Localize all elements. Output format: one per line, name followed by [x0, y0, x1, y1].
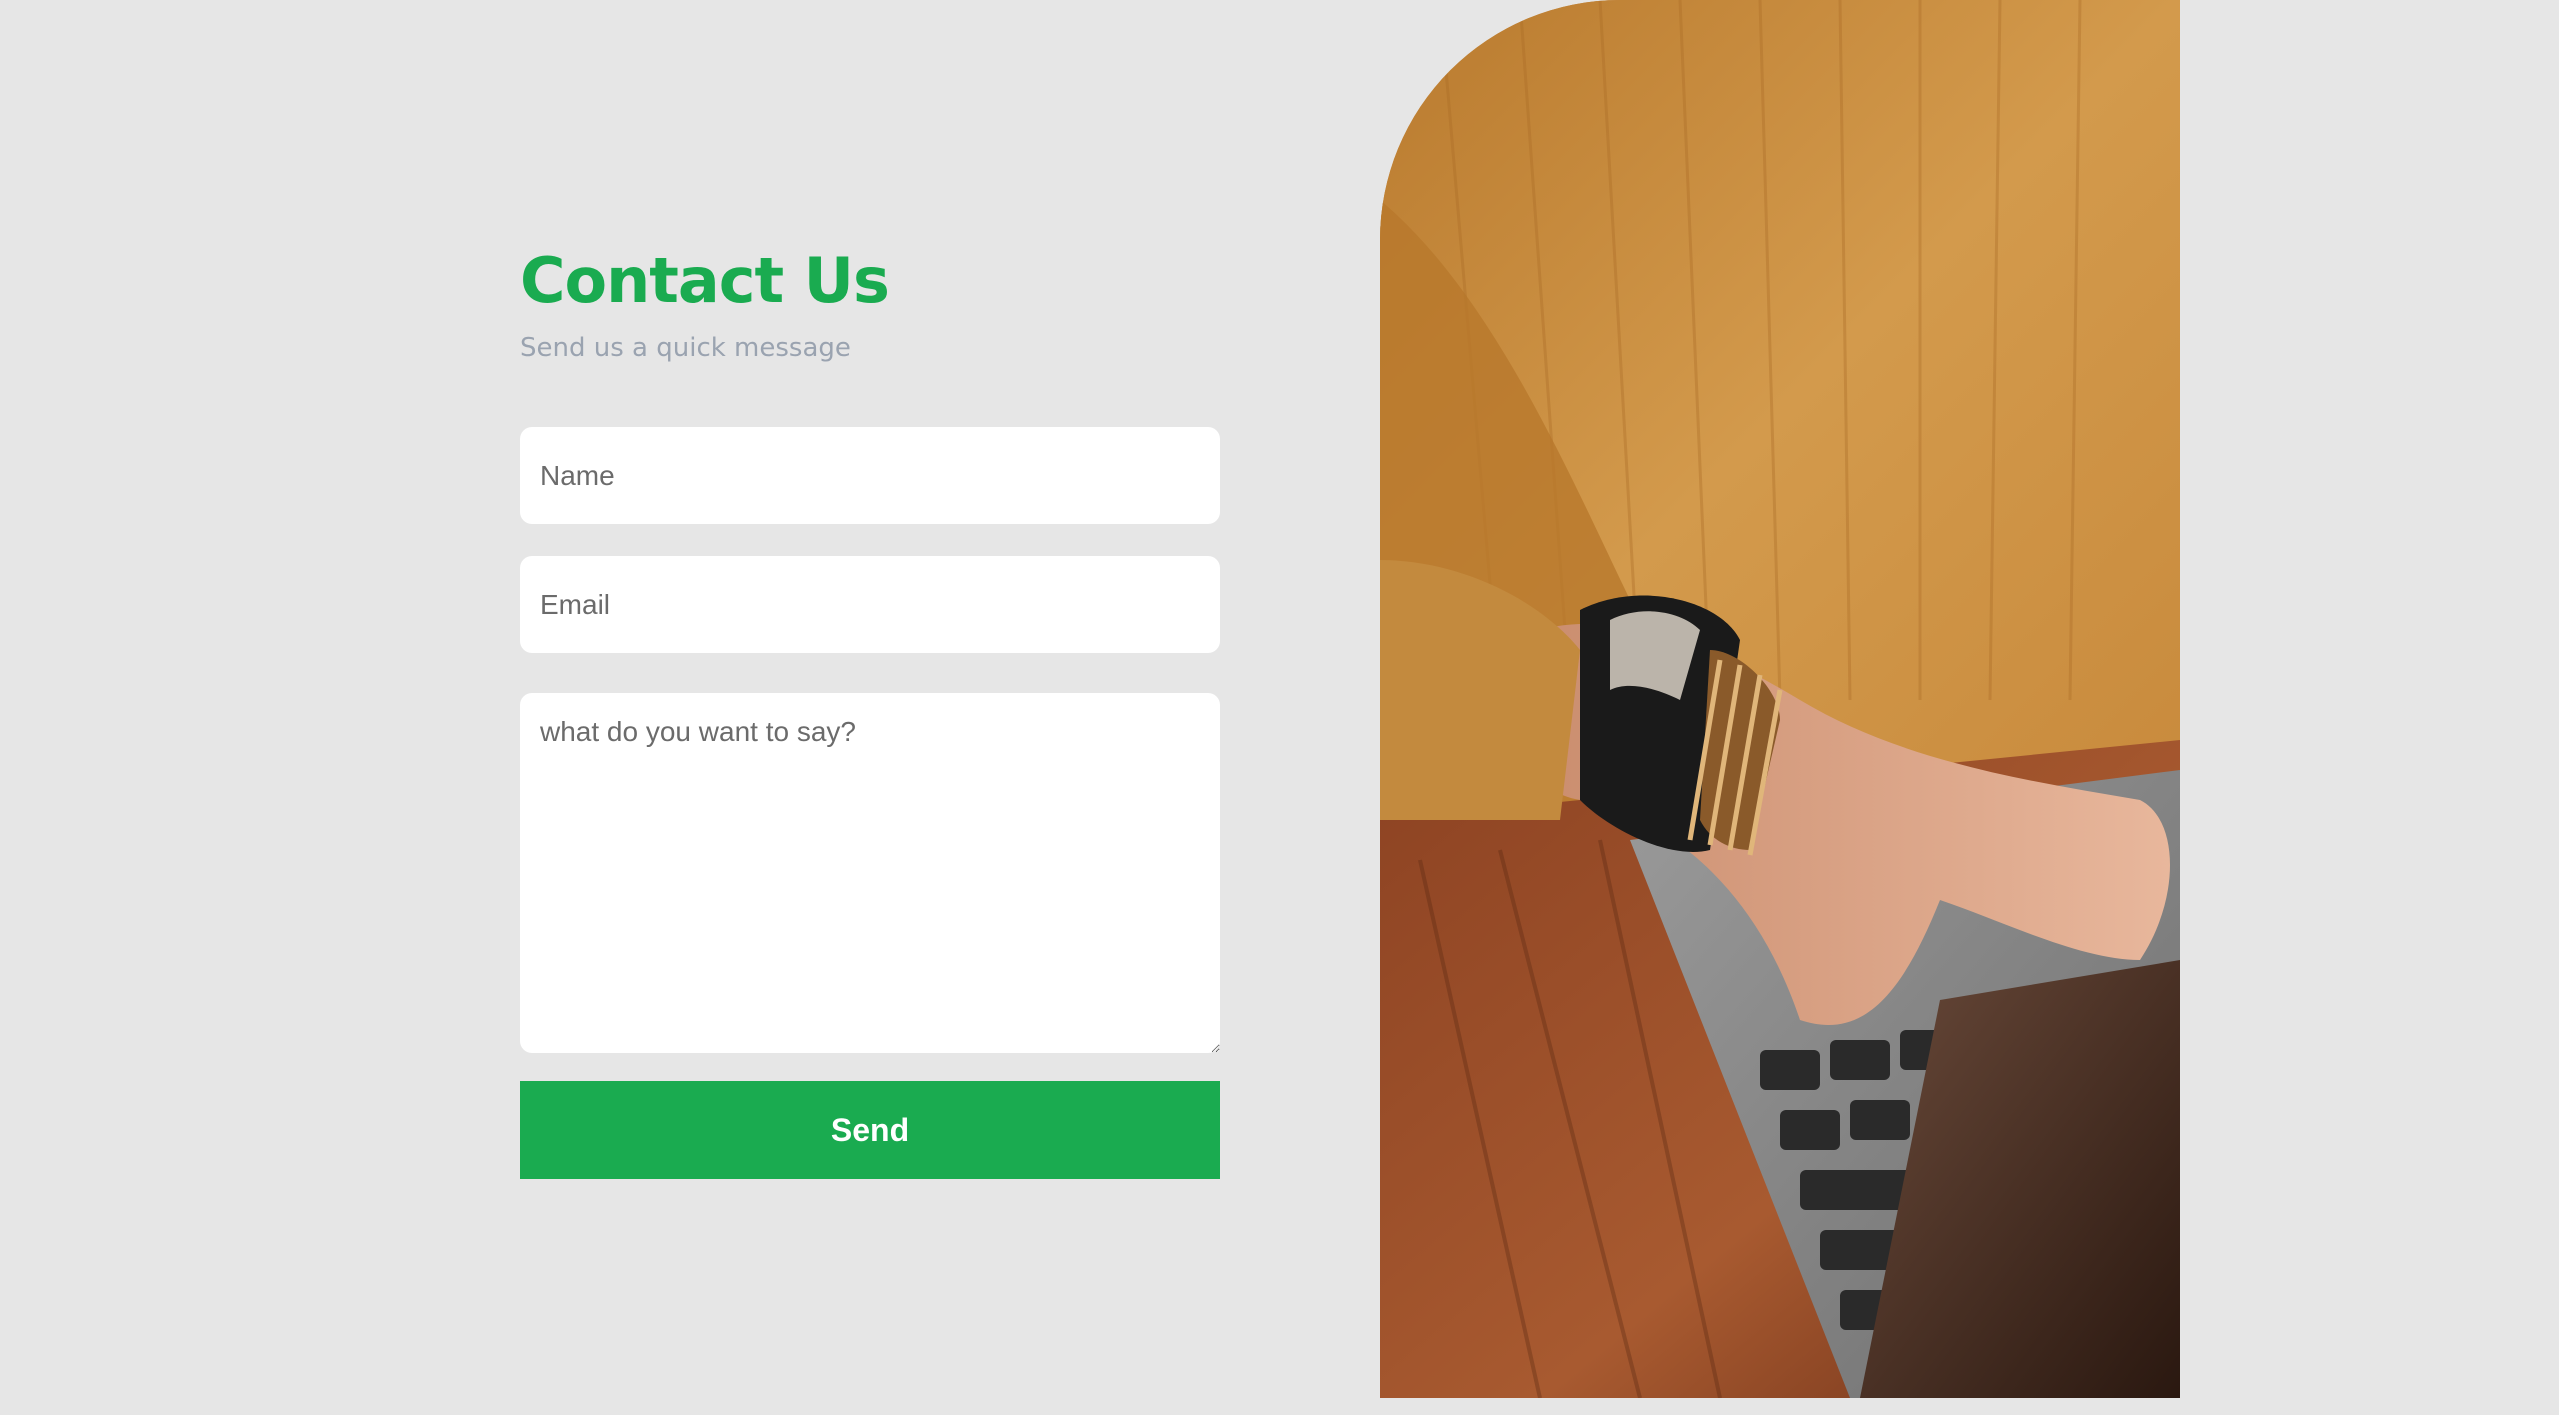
page-title: Contact Us [520, 244, 890, 317]
contact-page: Contact Us Send us a quick message Send [0, 0, 2559, 1415]
send-button[interactable]: Send [520, 1081, 1220, 1179]
message-textarea[interactable] [520, 693, 1220, 1053]
hero-photo-illustration [1380, 0, 2180, 1398]
name-input[interactable] [520, 427, 1220, 524]
contact-form: Contact Us Send us a quick message Send [520, 245, 1220, 1179]
hero-photo [1380, 0, 2180, 1398]
email-input[interactable] [520, 556, 1220, 653]
page-subtitle: Send us a quick message [520, 333, 851, 363]
